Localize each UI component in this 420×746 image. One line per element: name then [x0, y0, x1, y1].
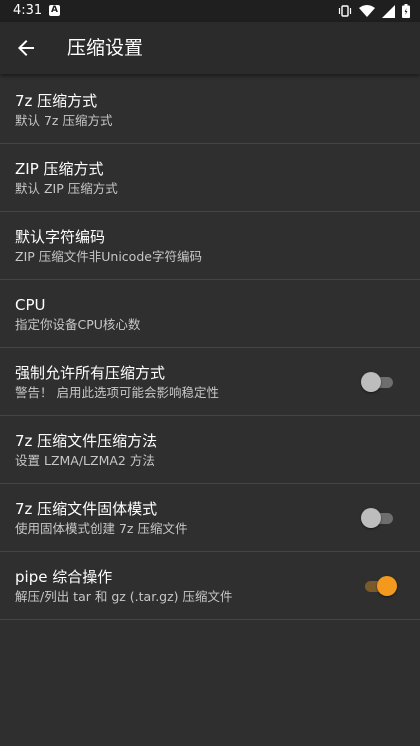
pipe-operation-toggle[interactable]	[363, 576, 397, 596]
app-bar: 压缩设置	[0, 22, 420, 74]
battery-icon	[402, 4, 410, 18]
setting-title: ZIP 压缩方式	[15, 160, 104, 178]
setting-subtitle: 警告！ 启用此选项可能会影响稳定性	[15, 385, 219, 400]
setting-subtitle: ZIP 压缩文件非Unicode字符编码	[15, 249, 202, 264]
setting-pipe-operation[interactable]: pipe 综合操作 解压/列出 tar 和 gz (.tar.gz) 压缩文件	[0, 552, 420, 620]
setting-title: 7z 压缩文件压缩方法	[15, 432, 158, 450]
setting-7z-compression-method[interactable]: 7z 压缩文件压缩方法 设置 LZMA/LZMA2 方法	[0, 416, 420, 484]
setting-zip-method[interactable]: ZIP 压缩方式 默认 ZIP 压缩方式	[0, 144, 420, 212]
wifi-icon	[359, 4, 375, 17]
page-title: 压缩设置	[67, 37, 144, 59]
setting-subtitle: 解压/列出 tar 和 gz (.tar.gz) 压缩文件	[15, 589, 233, 604]
status-time: 4:31	[13, 3, 43, 18]
force-all-methods-toggle[interactable]	[361, 372, 395, 392]
solid-mode-toggle[interactable]	[361, 508, 395, 528]
setting-force-all-methods[interactable]: 强制允许所有压缩方式 警告！ 启用此选项可能会影响稳定性	[0, 348, 420, 416]
toggle-thumb	[377, 576, 397, 596]
notification-badge: A	[49, 5, 60, 16]
setting-7z-solid-mode[interactable]: 7z 压缩文件固体模式 使用固体模式创建 7z 压缩文件	[0, 484, 420, 552]
setting-7z-method[interactable]: 7z 压缩方式 默认 7z 压缩方式	[0, 76, 420, 144]
vibrate-icon	[338, 5, 352, 17]
setting-title: 强制允许所有压缩方式	[15, 364, 166, 382]
setting-subtitle: 设置 LZMA/LZMA2 方法	[15, 453, 155, 468]
setting-subtitle: 指定你设备CPU核心数	[15, 317, 141, 332]
setting-title: 默认字符编码	[15, 228, 106, 246]
setting-subtitle: 使用固体模式创建 7z 压缩文件	[15, 521, 188, 536]
setting-subtitle: 默认 ZIP 压缩方式	[15, 181, 118, 196]
setting-title: 7z 压缩文件固体模式	[15, 500, 158, 518]
back-button[interactable]	[14, 36, 38, 60]
setting-cpu[interactable]: CPU 指定你设备CPU核心数	[0, 280, 420, 348]
setting-default-charset[interactable]: 默认字符编码 ZIP 压缩文件非Unicode字符编码	[0, 212, 420, 280]
setting-subtitle: 默认 7z 压缩方式	[15, 113, 113, 128]
toggle-thumb	[361, 508, 381, 528]
status-bar: 4:31 A	[0, 0, 420, 22]
setting-title: 7z 压缩方式	[15, 92, 98, 110]
toggle-thumb	[361, 372, 381, 392]
settings-list: 7z 压缩方式 默认 7z 压缩方式 ZIP 压缩方式 默认 ZIP 压缩方式 …	[0, 76, 420, 620]
signal-icon	[382, 4, 395, 18]
setting-title: pipe 综合操作	[15, 568, 113, 586]
status-icons	[338, 4, 410, 18]
arrow-back-icon	[18, 40, 34, 56]
setting-title: CPU	[15, 296, 46, 314]
